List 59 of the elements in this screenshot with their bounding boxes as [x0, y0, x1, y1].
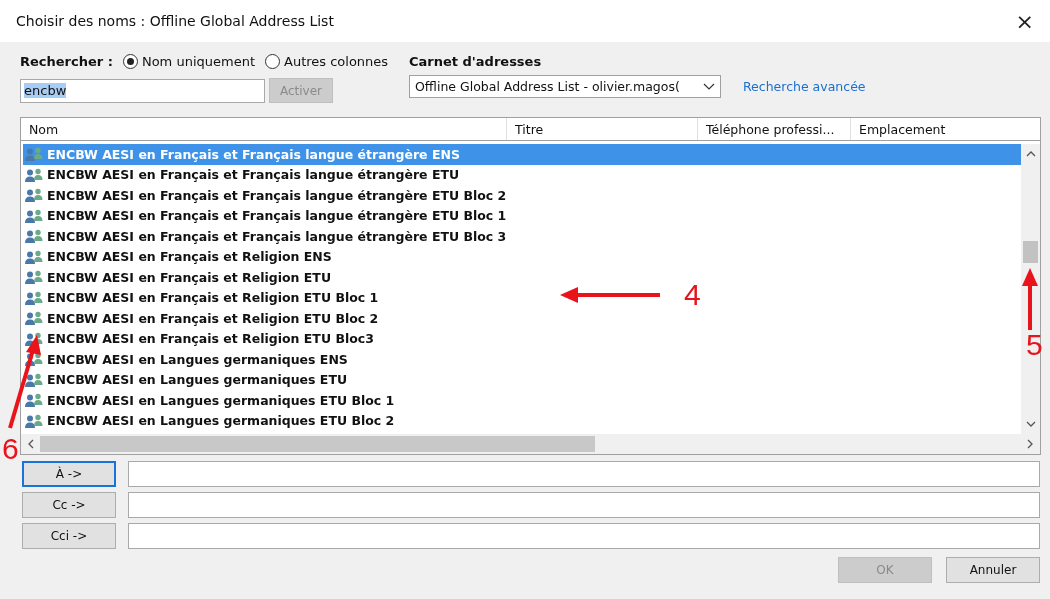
contact-name[interactable]: ENCBW AESI en Langues germaniques ETU — [47, 372, 348, 388]
contact-name[interactable]: ENCBW AESI en Langues germaniques ENS — [47, 351, 348, 367]
group-icon — [25, 311, 43, 326]
advanced-search-link[interactable]: Recherche avancée — [743, 79, 866, 94]
search-field[interactable]: encbw — [20, 78, 265, 103]
contact-name[interactable]: ENCBW AESI en Français et Religion ENS — [47, 249, 332, 265]
column-header[interactable]: Emplacement — [851, 118, 1040, 140]
contact-name[interactable]: ENCBW AESI en Français et Français langue étrangère ETU — [47, 167, 460, 183]
annotation-number: 5 — [1026, 330, 1043, 360]
group-icon — [25, 393, 43, 408]
group-icon — [25, 352, 43, 367]
scroll-up-icon[interactable] — [1025, 150, 1036, 157]
group-icon — [25, 270, 43, 285]
annotation-number: 6 — [2, 434, 19, 464]
group-icon — [25, 188, 43, 203]
radio-option[interactable]: Nom uniquement — [122, 53, 255, 69]
radio-option[interactable]: Autres colonnes — [265, 53, 389, 69]
dialog-button[interactable]: Annuler — [946, 557, 1040, 583]
group-icon — [25, 147, 43, 162]
address-book-label: Carnet d'adresses — [409, 54, 543, 69]
contact-name[interactable]: ENCBW AESI en Français et Religion ETU Bloc 2 — [47, 310, 379, 326]
horizontal-scrollbar[interactable] — [21, 434, 1040, 454]
chevron-down-icon — [703, 82, 715, 91]
annotation-number: 4 — [684, 280, 701, 310]
group-icon — [25, 372, 43, 387]
scroll-right-icon[interactable] — [1027, 439, 1034, 449]
recipient-field[interactable] — [128, 461, 1040, 487]
contact-name[interactable]: ENCBW AESI en Français et Religion ETU Bloc3 — [47, 331, 374, 347]
scroll-thumb[interactable] — [1023, 241, 1038, 263]
group-icon — [25, 167, 43, 182]
column-header[interactable]: Téléphone professi... — [698, 118, 851, 140]
scroll-left-icon[interactable] — [27, 439, 34, 449]
contact-name[interactable]: ENCBW AESI en Langues germaniques ETU Bloc 1 — [47, 392, 395, 408]
group-icon — [25, 229, 43, 244]
contact-name[interactable]: ENCBW AESI en Français et Français langue étrangère ETU Bloc 1 — [47, 208, 507, 224]
recipient-field[interactable] — [128, 523, 1040, 549]
address-book-dropdown[interactable]: Offline Global Address List - olivier.magos( — [409, 75, 721, 98]
contact-name[interactable]: ENCBW AESI en Français et Religion ETU — [47, 269, 332, 285]
group-icon — [25, 249, 43, 264]
vertical-scrollbar[interactable] — [1021, 144, 1040, 434]
group-icon — [25, 208, 43, 223]
search-label: Rechercher : — [20, 53, 113, 69]
column-header[interactable]: Nom — [21, 118, 507, 140]
group-icon — [25, 290, 43, 305]
scroll-thumb[interactable] — [40, 436, 595, 452]
contact-name[interactable]: ENCBW AESI en Français et Religion ETU Bloc 1 — [47, 290, 379, 306]
recipient-button[interactable]: À -> — [22, 461, 116, 487]
window-title: Choisir des noms : Offline Global Address List — [16, 13, 334, 29]
group-icon — [25, 413, 43, 428]
annotation-arrow — [1022, 268, 1038, 330]
contact-name[interactable]: ENCBW AESI en Français et Français langue étrangère ETU Bloc 2 — [47, 187, 507, 203]
recipient-field[interactable] — [128, 492, 1040, 518]
close-button[interactable]: × — [1009, 8, 1040, 34]
contact-name[interactable]: ENCBW AESI en Langues germaniques ETU Bloc 2 — [47, 413, 395, 429]
column-header[interactable]: Titre — [507, 118, 698, 140]
recipient-button[interactable]: Cci -> — [22, 523, 116, 549]
scroll-down-icon[interactable] — [1025, 421, 1036, 428]
recipient-button[interactable]: Cc -> — [22, 492, 116, 518]
contact-name[interactable]: ENCBW AESI en Français et Français langue étrangère ETU Bloc 3 — [47, 228, 507, 244]
